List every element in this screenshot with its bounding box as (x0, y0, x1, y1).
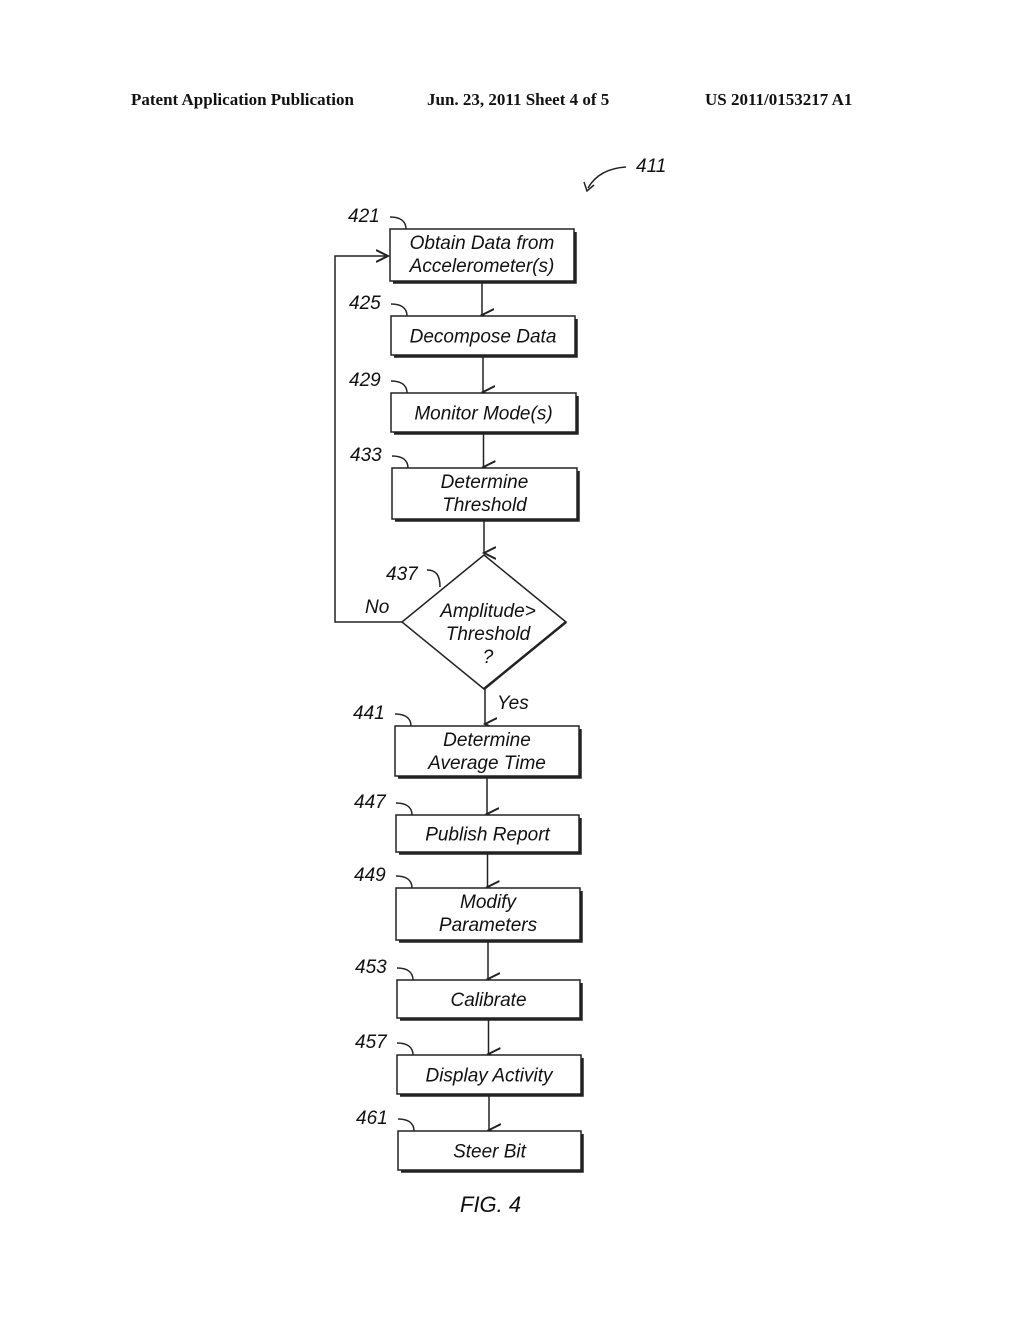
step-421-text: Obtain Data from (410, 233, 555, 254)
figure-reference: 411 (583, 156, 666, 193)
step-447-text: Publish Report (425, 825, 550, 846)
step-453-text: Calibrate (450, 990, 526, 1011)
step-433-text: Determine (441, 472, 529, 493)
step-429-ref: 429 (349, 370, 381, 391)
step-437-diamond (400, 554, 568, 690)
step-453-ref-leader (396, 967, 414, 981)
step-429-text: Monitor Mode(s) (414, 404, 552, 425)
step-461-ref: 461 (356, 1108, 388, 1129)
step-447-ref-leader (395, 802, 413, 816)
step-449-text: Parameters (439, 915, 538, 936)
step-437-text: Amplitude> (439, 601, 536, 622)
step-433-text: Threshold (442, 495, 528, 516)
step-457-ref-leader (396, 1042, 414, 1056)
step-437-text: ? (483, 647, 494, 668)
figure-caption: FIG. 4 (460, 1192, 521, 1217)
no-label: No (365, 597, 389, 618)
step-461-ref-leader (397, 1118, 415, 1132)
step-425-ref: 425 (349, 293, 381, 314)
step-425-text: Decompose Data (410, 327, 557, 348)
step-441-text: Average Time (427, 753, 546, 774)
step-425-ref-leader (390, 303, 408, 317)
step-457-ref: 457 (355, 1032, 388, 1053)
step-433-ref-leader (391, 455, 409, 469)
step-449-text: Modify (460, 892, 517, 913)
step-421-ref-leader (389, 216, 407, 230)
step-421-ref: 421 (348, 206, 380, 227)
step-453-ref: 453 (355, 957, 387, 978)
step-429-ref-leader (390, 380, 408, 394)
step-437-text: Threshold (446, 624, 532, 645)
step-441-ref: 441 (353, 703, 385, 724)
step-441-text: Determine (443, 730, 531, 751)
step-433-ref: 433 (350, 445, 382, 466)
step-461-text: Steer Bit (453, 1142, 527, 1163)
figure-ref-number: 411 (636, 156, 666, 177)
step-449-ref-leader (395, 875, 413, 889)
flowchart: 411 Obtain Data fromAccelerometer(s) 421 D… (334, 156, 666, 1217)
step-421-text: Accelerometer(s) (409, 256, 555, 277)
step-449-ref: 449 (354, 865, 386, 886)
yes-label: Yes (497, 693, 529, 714)
step-441-ref-leader (394, 713, 412, 727)
step-457-text: Display Activity (425, 1066, 554, 1087)
step-437-ref: 437 (386, 564, 419, 585)
step-437-ref-leader (426, 569, 441, 588)
step-447-ref: 447 (354, 792, 387, 813)
